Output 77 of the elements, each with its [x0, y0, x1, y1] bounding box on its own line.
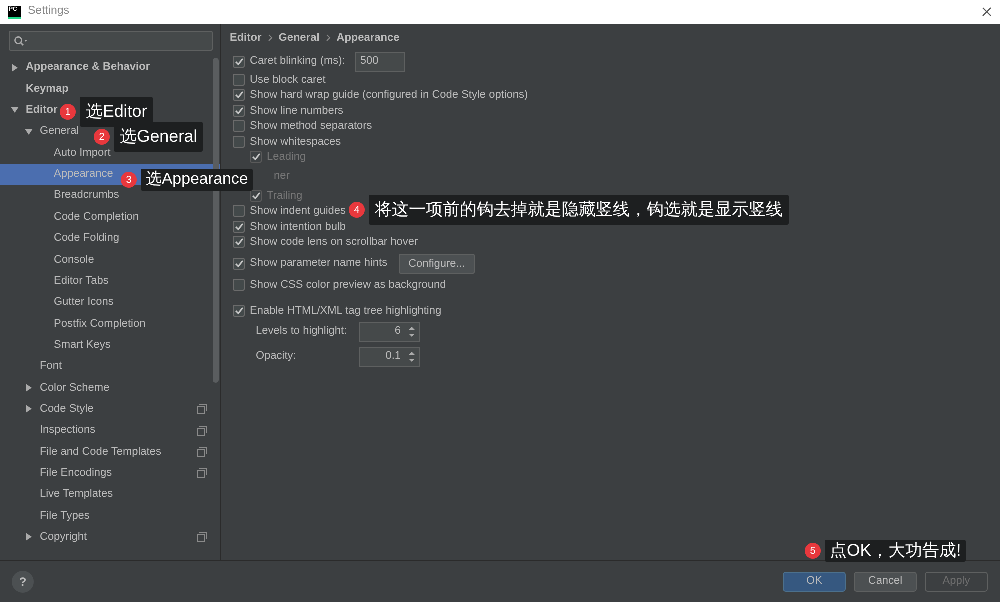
tree-item[interactable]: File Types	[0, 505, 92, 527]
tree-item[interactable]: Code Completion	[0, 206, 141, 228]
step-badge: 2	[94, 129, 110, 145]
checkbox[interactable]	[233, 258, 245, 270]
tree-item[interactable]: Code Style	[0, 398, 220, 420]
chevron-icon	[268, 34, 273, 42]
tree-item[interactable]: Appearance & Behavior	[0, 57, 152, 78]
option-label: Show CSS color preview as background	[250, 278, 446, 292]
checkbox[interactable]	[233, 104, 245, 117]
option-label: Enable HTML/XML tag tree highlighting	[250, 304, 442, 319]
search-icon	[14, 36, 28, 46]
option-label: Caret blinking (ms):	[250, 54, 346, 70]
breadcrumb-item[interactable]: Editor	[230, 30, 262, 46]
search-field[interactable]	[9, 31, 213, 51]
tree-item[interactable]: Copyright	[0, 526, 220, 548]
option-label: Show method separators	[250, 119, 372, 134]
step-badge: 4	[349, 202, 365, 218]
checkbox[interactable]	[233, 236, 245, 248]
window-title: Settings	[28, 4, 70, 20]
dialog-button[interactable]: OK	[783, 572, 846, 592]
dialog-button[interactable]: Cancel	[854, 572, 917, 592]
tree-item[interactable]: Font	[0, 356, 64, 378]
close-icon[interactable]	[982, 7, 992, 17]
option-label: Use block caret	[250, 72, 326, 88]
checkbox[interactable]	[233, 305, 245, 318]
field-label: Opacity:	[256, 349, 298, 364]
tree-item[interactable]: File Encodings	[0, 462, 220, 484]
tree-item[interactable]: Keymap	[0, 78, 71, 100]
option-label: Trailing	[267, 188, 303, 204]
option-label: Leading	[267, 150, 306, 165]
tree-item[interactable]: Code Folding	[0, 228, 122, 250]
spinner-field[interactable]: 0.1	[359, 346, 420, 366]
checkbox[interactable]	[233, 205, 245, 218]
step-badge: 1	[60, 104, 76, 120]
option-label: ner	[274, 169, 290, 184]
option-label: Show line numbers	[250, 104, 344, 118]
tree-item[interactable]: Live Templates	[0, 484, 116, 506]
tree-item[interactable]: Breadcrumbs	[0, 185, 122, 206]
tree-item[interactable]: Console	[0, 249, 96, 270]
tree-item[interactable]: Editor Tabs	[0, 270, 111, 292]
step-badge: 3	[121, 172, 137, 188]
callout-tooltip: 将这一项前的钩去掉就是隐藏竖线，钩选就是显示竖线	[369, 195, 789, 225]
checkbox[interactable]	[233, 74, 245, 86]
spinner-field[interactable]: 6	[359, 322, 420, 342]
help-button[interactable]: ?	[12, 570, 34, 592]
option-label: Show indent guides	[250, 204, 346, 219]
breadcrumb-item[interactable]: General	[278, 30, 320, 46]
callout-tooltip: 点OK，大功告成!	[825, 540, 966, 562]
option-label: Show intention bulb	[250, 220, 346, 234]
checkbox[interactable]	[233, 56, 245, 68]
callout-tooltip: 选General	[114, 122, 204, 152]
tree-item[interactable]: Inspections	[0, 420, 220, 442]
tree-item[interactable]: General	[0, 121, 82, 142]
option-label: Show hard wrap guide (configured in Code Style options)	[250, 88, 528, 103]
number-field[interactable]: 500	[355, 52, 406, 72]
field-label: Levels to highlight:	[256, 324, 348, 340]
tree-item[interactable]: Editor	[0, 100, 60, 122]
step-badge: 5	[805, 543, 821, 559]
callout-tooltip: 选Appearance	[141, 169, 254, 191]
tree-item[interactable]: Smart Keys	[0, 334, 113, 356]
tree-item[interactable]: Auto Import	[0, 142, 113, 164]
option-label: Show whitespaces	[250, 134, 342, 150]
tree-item[interactable]: Gutter Icons	[0, 292, 116, 314]
checkbox[interactable]	[233, 220, 245, 233]
tree-item[interactable]: File and Code Templates	[0, 441, 220, 463]
configure-button[interactable]: Configure...	[398, 254, 476, 274]
checkbox[interactable]	[233, 120, 245, 132]
callout-tooltip: 选Editor	[80, 97, 154, 127]
breadcrumb-item[interactable]: Appearance	[336, 30, 400, 46]
option-label: Show parameter name hints	[250, 256, 388, 272]
checkbox[interactable]	[233, 89, 245, 102]
tree-item[interactable]: Color Scheme	[0, 377, 112, 398]
checkbox[interactable]	[233, 278, 245, 291]
tree-item[interactable]: Postfix Completion	[0, 313, 148, 334]
option-label: Show code lens on scrollbar hover	[250, 235, 418, 250]
chevron-icon	[326, 34, 331, 42]
checkbox[interactable]	[233, 136, 245, 148]
